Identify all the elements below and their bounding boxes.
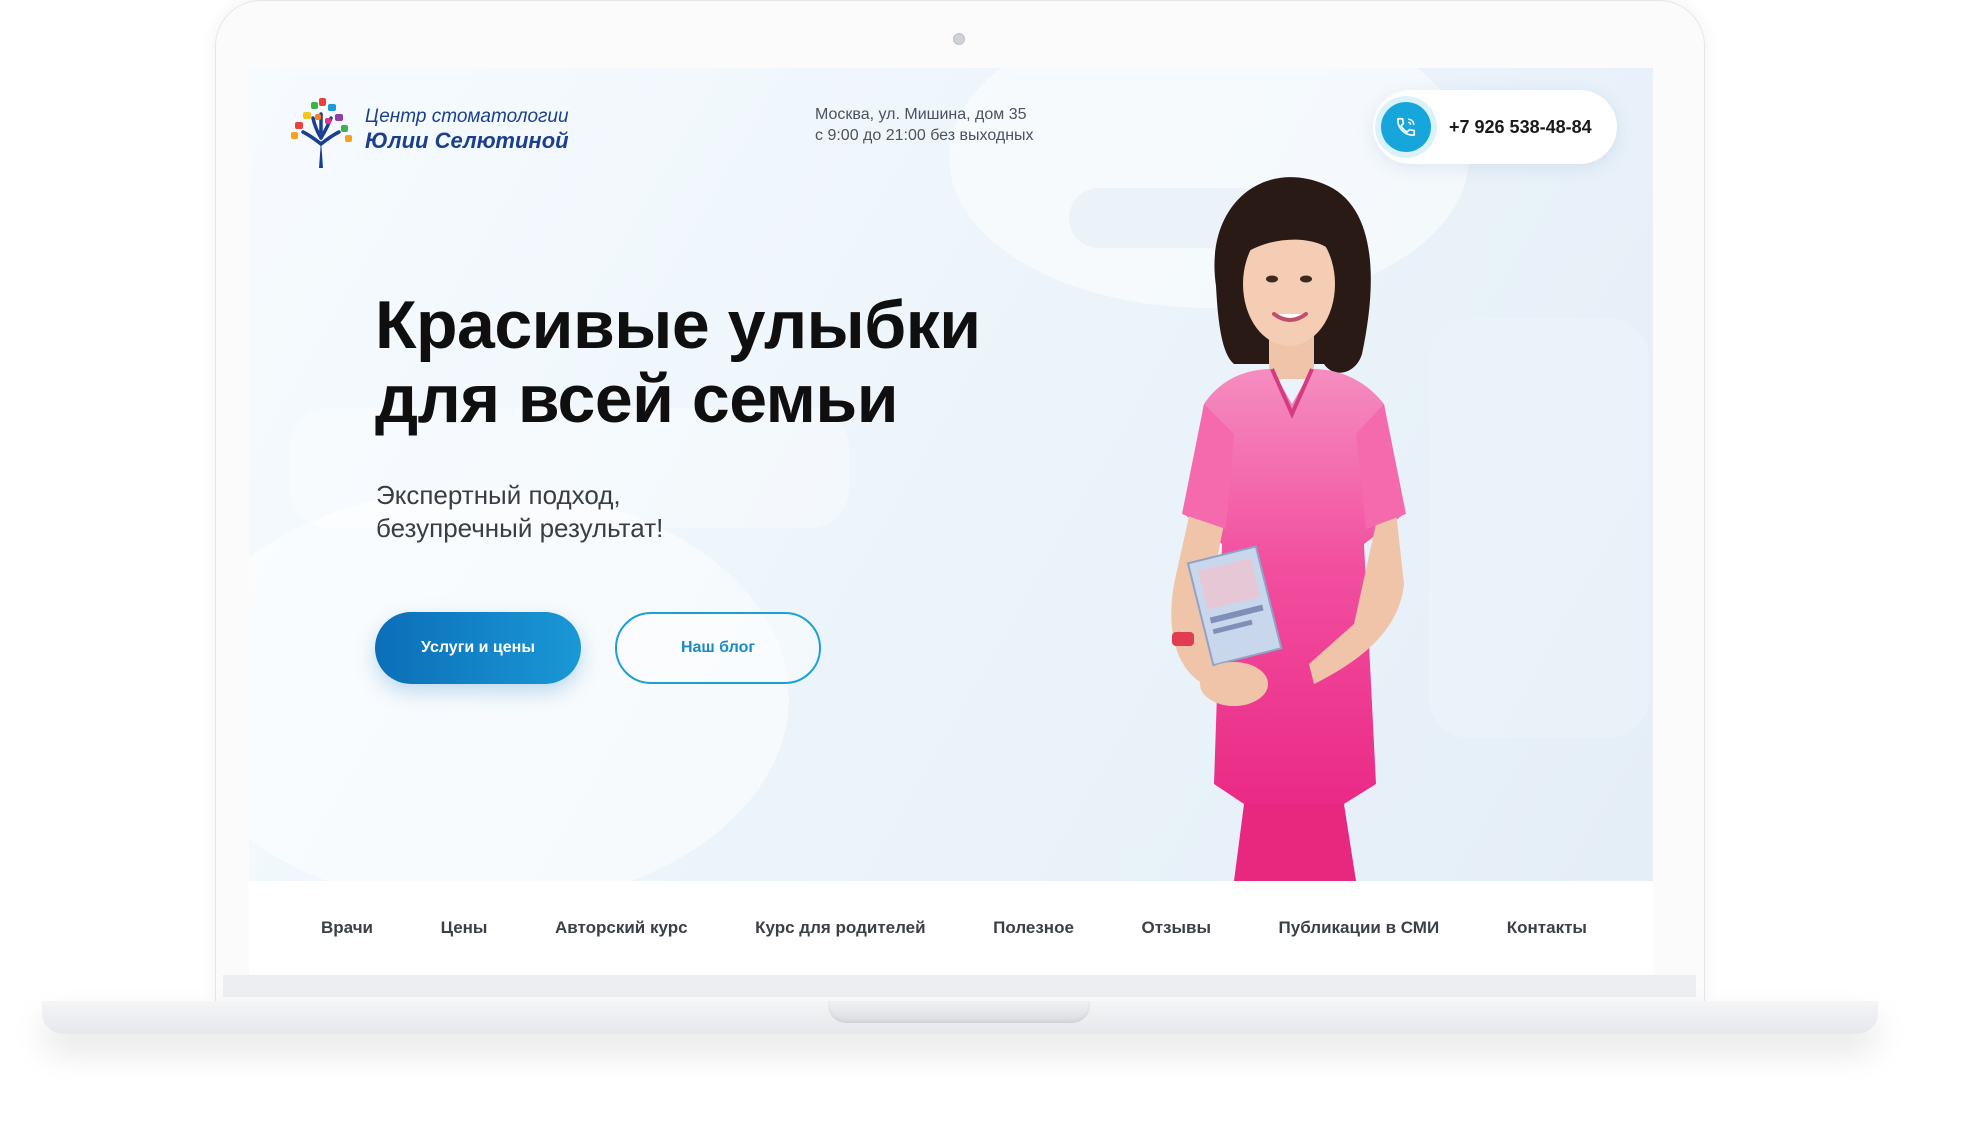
nav-item-author-course[interactable]: Авторский курс bbox=[555, 918, 688, 938]
nav-item-doctors[interactable]: Врачи bbox=[321, 918, 373, 938]
website-screen: Центр стоматологии Юлии Селютиной Москва… bbox=[249, 68, 1653, 975]
working-hours: с 9:00 до 21:00 без выходных bbox=[815, 127, 1034, 144]
clinic-logo[interactable]: Центр стоматологии Юлии Селютиной bbox=[285, 90, 569, 170]
main-navigation: Врачи Цены Авторский курс Курс для родит… bbox=[249, 881, 1653, 975]
services-prices-button[interactable]: Услуги и цены bbox=[375, 612, 581, 684]
camera-icon bbox=[953, 33, 965, 45]
hero-section: Центр стоматологии Юлии Селютиной Москва… bbox=[249, 68, 1653, 881]
phone-number: +7 926 538-48-84 bbox=[1449, 116, 1592, 137]
phone-button[interactable]: +7 926 538-48-84 bbox=[1373, 90, 1617, 164]
subtitle-line-2: безупречный результат! bbox=[376, 513, 664, 543]
nav-item-parents-course[interactable]: Курс для родителей bbox=[755, 918, 925, 938]
nav-item-prices[interactable]: Цены bbox=[441, 918, 488, 938]
subtitle-line-1: Экспертный подход, bbox=[376, 480, 621, 510]
nav-item-contacts[interactable]: Контакты bbox=[1507, 918, 1587, 938]
blog-button[interactable]: Наш блог bbox=[615, 612, 821, 684]
nav-item-reviews[interactable]: Отзывы bbox=[1141, 918, 1211, 938]
hero-subtitle: Экспертный подход, безупречный результат… bbox=[376, 479, 876, 545]
hero-headline: Красивые улыбки для всей семьи bbox=[375, 288, 1095, 436]
doctor-photo bbox=[1171, 177, 1406, 881]
tree-logo-icon bbox=[291, 98, 352, 168]
nav-item-media[interactable]: Публикации в СМИ bbox=[1279, 918, 1440, 938]
logo-line-2: Юлии Селютиной bbox=[365, 128, 569, 154]
background-shape bbox=[249, 488, 789, 881]
headline-line-1: Красивые улыбки bbox=[375, 287, 981, 363]
headline-line-2: для всей семьи bbox=[375, 361, 899, 437]
address-block: Москва, ул. Мишина, дом 35 с 9:00 до 21:… bbox=[815, 104, 1034, 146]
phone-icon bbox=[1381, 102, 1431, 152]
laptop-notch bbox=[828, 1001, 1090, 1023]
nav-item-useful[interactable]: Полезное bbox=[993, 918, 1074, 938]
address-street: Москва, ул. Мишина, дом 35 bbox=[815, 106, 1027, 123]
logo-line-1: Центр стоматологии bbox=[365, 106, 569, 128]
screen-bezel bbox=[223, 975, 1696, 997]
